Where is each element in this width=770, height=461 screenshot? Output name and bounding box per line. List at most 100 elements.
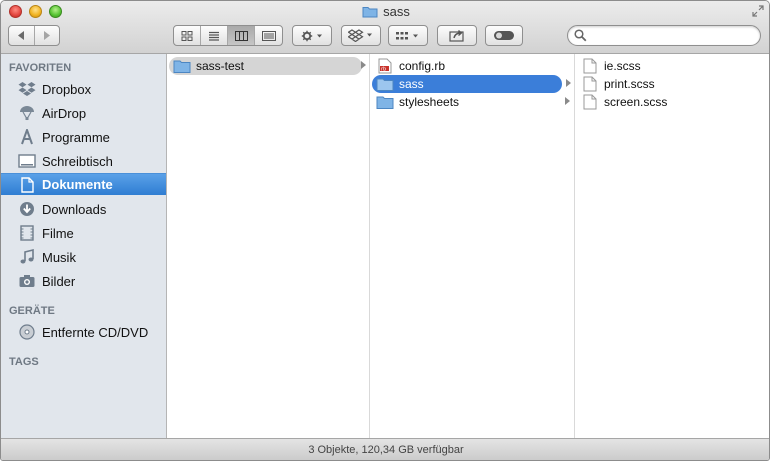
gear-icon: [301, 30, 313, 41]
sidebar-item-label: Entfernte CD/DVD: [42, 324, 149, 340]
disclosure-arrow-icon: [566, 79, 571, 87]
dropbox-icon: [348, 29, 364, 42]
applications-icon: [17, 128, 37, 146]
column-row-ie-scss[interactable]: ie.scss: [577, 57, 757, 75]
file-icon: [581, 94, 599, 110]
folder-icon: [376, 94, 394, 110]
column-row-sass-test[interactable]: sass-test: [169, 57, 366, 75]
column-view-icon: [234, 30, 248, 41]
svg-text:rb: rb: [381, 66, 386, 72]
sidebar-item-label: Bilder: [42, 273, 76, 289]
documents-icon: [17, 176, 37, 194]
sidebar-item-bilder[interactable]: Bilder: [1, 270, 166, 292]
back-forward-control: [8, 25, 60, 46]
column-2: rb config.rb sass stylesheets: [370, 54, 575, 438]
forward-arrow-icon: [43, 31, 50, 40]
sidebar-item-label: Dropbox: [42, 81, 92, 97]
column-view-button[interactable]: [228, 26, 255, 45]
column-row-config-rb[interactable]: rb config.rb: [372, 57, 566, 75]
column-row-stylesheets[interactable]: stylesheets: [372, 93, 570, 111]
row-label: print.scss: [604, 77, 655, 91]
icon-view-button[interactable]: [174, 26, 201, 45]
status-bar: 3 Objekte, 120,34 GB verfügbar: [1, 438, 769, 460]
sidebar-item-label: Dokumente: [42, 177, 113, 192]
remote-disc-icon: [17, 323, 37, 341]
sidebar-item-label: Programme: [42, 129, 110, 145]
row-label: sass: [399, 77, 424, 91]
share-button[interactable]: [437, 25, 477, 46]
list-view-icon: [209, 31, 219, 41]
downloads-icon: [17, 200, 37, 218]
airdrop-icon: [17, 104, 37, 122]
icon-view-icon: [181, 30, 193, 41]
sidebar-item-musik[interactable]: Musik: [1, 246, 166, 268]
action-menu-button[interactable]: [292, 25, 332, 46]
sidebar-item-programme[interactable]: Programme: [1, 126, 166, 148]
music-icon: [17, 248, 37, 266]
search-icon: [574, 29, 587, 42]
row-label: ie.scss: [604, 59, 641, 73]
list-view-button[interactable]: [201, 26, 228, 45]
sidebar-item-filme[interactable]: Filme: [1, 222, 166, 244]
file-icon: [581, 76, 599, 92]
sidebar-item-remote-disc[interactable]: Entfernte CD/DVD: [1, 321, 166, 343]
sidebar-item-label: Schreibtisch: [42, 153, 113, 169]
search-field[interactable]: [567, 25, 761, 46]
column-row-screen-scss[interactable]: screen.scss: [577, 93, 757, 111]
view-mode-control: [173, 25, 283, 46]
status-text: 3 Objekte, 120,34 GB verfügbar: [308, 444, 464, 456]
folder-icon: [362, 5, 378, 21]
column-3: ie.scss print.scss screen.scss: [575, 54, 769, 438]
movies-icon: [17, 224, 37, 242]
fullscreen-icon[interactable]: [751, 5, 765, 19]
sidebar-item-airdrop[interactable]: AirDrop: [1, 102, 166, 124]
row-label: screen.scss: [604, 95, 668, 109]
chevron-down-icon: [413, 34, 418, 37]
sidebar: FAVORITEN Dropbox AirDrop Programme Schr…: [1, 54, 167, 438]
arrange-grid-icon: [396, 31, 408, 39]
column-row-sass[interactable]: sass: [372, 75, 562, 93]
sidebar-header-devices: GERÄTE: [9, 305, 55, 317]
arrange-menu-button[interactable]: [388, 25, 428, 46]
edit-tags-button[interactable]: [485, 25, 523, 46]
sidebar-item-dropbox[interactable]: Dropbox: [1, 78, 166, 100]
window-title: sass: [383, 4, 410, 19]
folder-icon: [173, 58, 191, 74]
window-title-bar: sass: [1, 4, 769, 22]
disclosure-arrow-icon: [361, 61, 366, 69]
column-row-print-scss[interactable]: print.scss: [577, 75, 757, 93]
chevron-down-icon: [367, 33, 372, 37]
sidebar-item-label: Downloads: [42, 201, 107, 217]
share-icon: [449, 29, 464, 42]
back-button[interactable]: [9, 26, 35, 45]
sidebar-header-favorites: FAVORITEN: [9, 62, 72, 74]
disclosure-arrow-icon: [565, 97, 570, 105]
folder-icon: [376, 76, 394, 92]
sidebar-item-label: AirDrop: [42, 105, 87, 121]
column-1: sass-test: [167, 54, 370, 438]
sidebar-item-schreibtisch[interactable]: Schreibtisch: [1, 150, 166, 172]
desktop-icon: [17, 152, 37, 170]
row-label: sass-test: [196, 59, 245, 73]
back-arrow-icon: [18, 31, 25, 40]
tag-toggle-icon: [494, 31, 514, 40]
sidebar-item-label: Musik: [42, 249, 76, 265]
sidebar-item-label: Filme: [42, 225, 74, 241]
cover-flow-icon: [261, 30, 276, 41]
row-label: config.rb: [399, 59, 446, 73]
file-icon: [581, 58, 599, 74]
dropbox-menu-button[interactable]: [341, 25, 381, 46]
sidebar-item-downloads[interactable]: Downloads: [1, 198, 166, 220]
toolbar: sass: [1, 1, 769, 54]
forward-button[interactable]: [35, 26, 60, 45]
finder-window: sass FAVORITEN Dropbox AirDrop Programme…: [0, 0, 770, 461]
cover-flow-view-button[interactable]: [255, 26, 282, 45]
column-browser: sass-test rb config.rb sass stylesheets: [167, 54, 769, 438]
ruby-file-icon: rb: [376, 58, 394, 74]
search-input[interactable]: [590, 28, 755, 43]
pictures-icon: [17, 272, 37, 290]
sidebar-item-dokumente[interactable]: Dokumente: [1, 173, 166, 195]
row-label: stylesheets: [399, 95, 460, 109]
dropbox-icon: [17, 80, 37, 98]
chevron-down-icon: [317, 34, 322, 37]
